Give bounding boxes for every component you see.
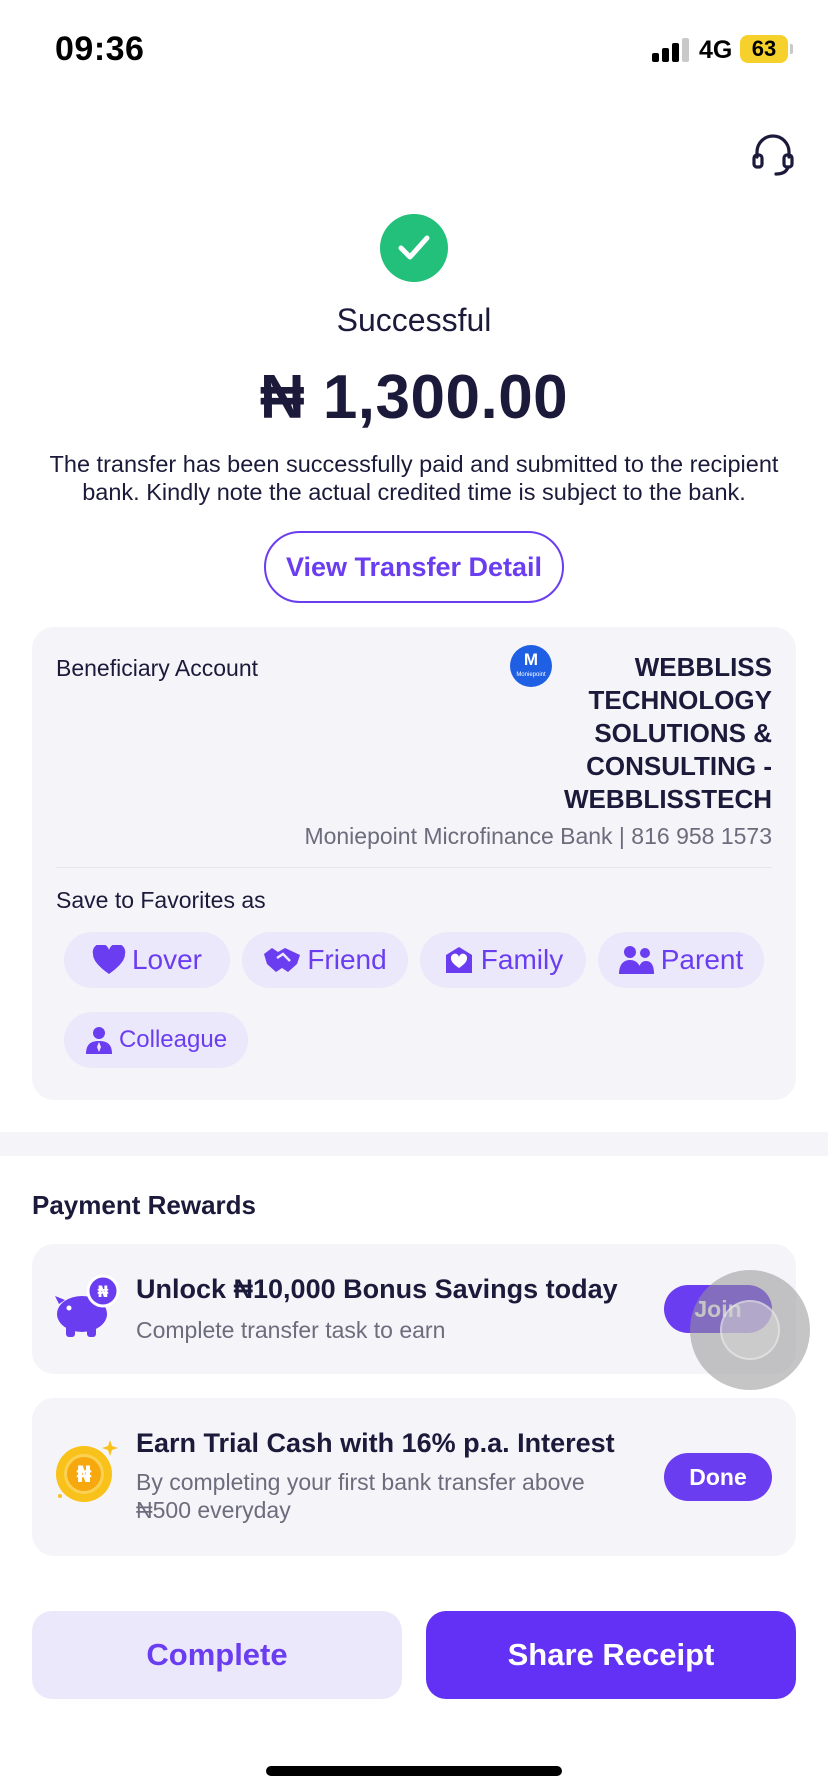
favorite-chip-lover[interactable]: Lover <box>64 932 230 988</box>
reward-title: Earn Trial Cash with 16% p.a. Interest <box>136 1428 615 1458</box>
transfer-note: The transfer has been successfully paid … <box>49 451 779 505</box>
svg-text:₦: ₦ <box>97 1282 108 1301</box>
status-time: 09:36 <box>55 30 145 68</box>
divider <box>56 867 772 868</box>
heart-icon <box>92 945 126 974</box>
reward-title: Unlock ₦10,000 Bonus Savings today <box>136 1274 618 1304</box>
headset-icon[interactable] <box>748 130 798 180</box>
favorite-chip-family[interactable]: Family <box>420 932 586 988</box>
transfer-amount: ₦ 1,300.00 <box>259 363 569 432</box>
favorite-chip-label: Parent <box>660 944 744 975</box>
favorite-chip-colleague[interactable]: Colleague <box>64 1012 248 1068</box>
beneficiary-name: WEBBLISS TECHNOLOGY SOLUTIONS & CONSULTI… <box>564 652 772 814</box>
beneficiary-card: Beneficiary Account M Moniepoint WEBBLIS… <box>32 627 796 1100</box>
network-type: 4G <box>699 36 733 64</box>
reward-card-trial-cash[interactable]: ₦ Earn Trial Cash with 16% p.a. Interest… <box>32 1398 796 1556</box>
home-indicator[interactable] <box>266 1766 562 1776</box>
cellular-signal-icon <box>652 38 692 62</box>
favorite-chip-friend[interactable]: Friend <box>242 932 408 988</box>
status-bar: 09:36 4G 63 <box>0 0 828 100</box>
battery-icon: 63 <box>740 35 788 63</box>
view-transfer-detail-button[interactable]: View Transfer Detail <box>264 531 564 603</box>
colleague-icon <box>85 1027 112 1054</box>
section-separator <box>0 1132 828 1156</box>
naira-coin-icon: ₦ <box>56 1440 118 1502</box>
status-title: Successful <box>336 302 492 338</box>
reward-card-bonus-savings[interactable]: ₦ Unlock ₦10,000 Bonus Savings today Com… <box>32 1244 796 1374</box>
done-button[interactable]: Done <box>664 1453 772 1501</box>
favorite-chip-parent[interactable]: Parent <box>598 932 764 988</box>
family-home-icon <box>445 947 472 973</box>
reward-subtitle: Complete transfer task to earn <box>136 1317 446 1343</box>
parents-icon <box>618 946 654 974</box>
favorites-label: Save to Favorites as <box>56 887 266 913</box>
touch-indicator <box>690 1270 810 1390</box>
check-circle-icon <box>380 214 448 282</box>
favorite-chip-label: Friend <box>307 944 387 975</box>
share-receipt-button[interactable]: Share Receipt <box>426 1611 796 1699</box>
battery-nub <box>790 44 793 54</box>
piggy-bank-icon: ₦ <box>55 1274 120 1337</box>
beneficiary-bank-account: Moniepoint Microfinance Bank | 816 958 1… <box>304 823 772 849</box>
beneficiary-label: Beneficiary Account <box>56 655 259 681</box>
favorite-chip-label: Colleague <box>118 1026 228 1053</box>
reward-subtitle: By completing your first bank transfer a… <box>136 1469 585 1523</box>
handshake-icon <box>264 948 301 972</box>
rewards-title: Payment Rewards <box>32 1190 256 1220</box>
complete-button[interactable]: Complete <box>32 1611 402 1699</box>
svg-text:₦: ₦ <box>76 1463 91 1488</box>
favorite-chip-label: Lover <box>131 944 203 975</box>
favorite-chip-label: Family <box>480 944 564 975</box>
